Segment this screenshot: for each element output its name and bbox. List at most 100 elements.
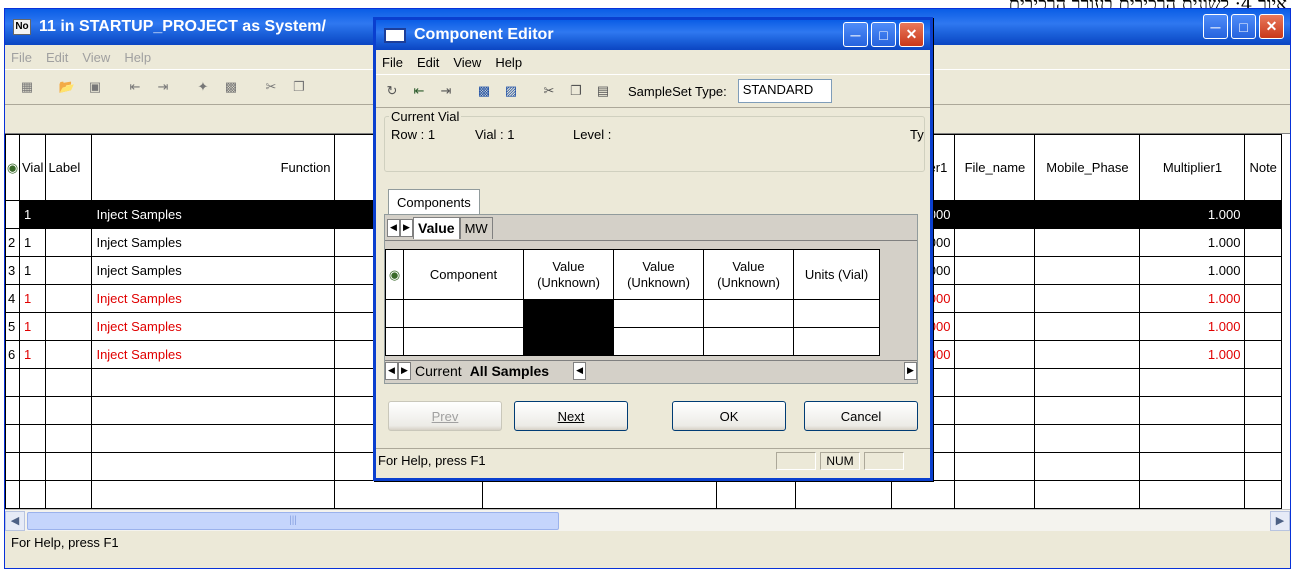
subtab-next-icon[interactable]: ▶ — [400, 218, 413, 237]
col-mobile-phase[interactable]: Mobile_Phase — [1034, 134, 1141, 201]
append-component-icon[interactable]: ⇥ — [434, 79, 458, 103]
label-cell[interactable] — [45, 256, 93, 285]
multiplier-cell[interactable]: 1.000 — [1139, 256, 1246, 285]
function-cell[interactable] — [91, 452, 336, 481]
multiplier-cell[interactable] — [1139, 452, 1246, 481]
ok-button[interactable]: OK — [672, 401, 786, 431]
row-number[interactable] — [5, 452, 20, 481]
vial-cell[interactable]: 1 — [18, 256, 47, 285]
note-cell[interactable] — [1244, 480, 1282, 509]
col-file-name[interactable]: File_name — [954, 134, 1036, 201]
function-cell[interactable] — [91, 424, 336, 453]
file-name-cell[interactable] — [954, 424, 1036, 453]
mobile-phase-cell[interactable] — [1034, 284, 1141, 313]
component-row[interactable] — [385, 327, 880, 356]
file-name-cell[interactable] — [954, 312, 1036, 341]
note-cell[interactable] — [1244, 396, 1282, 425]
cancel-button[interactable]: Cancel — [804, 401, 918, 431]
note-cell[interactable] — [1244, 424, 1282, 453]
multiplier-cell[interactable] — [1139, 368, 1246, 397]
vial-cell[interactable] — [18, 368, 47, 397]
mobile-phase-cell[interactable] — [1034, 368, 1141, 397]
mobile-phase-cell[interactable] — [1034, 424, 1141, 453]
paste-icon[interactable]: ▤ — [591, 79, 615, 103]
vial-cell[interactable]: 1 — [18, 200, 47, 229]
label-cell[interactable] — [45, 480, 93, 509]
globe-icon[interactable]: ◉ — [385, 249, 404, 300]
menu-help[interactable]: Help — [124, 50, 151, 65]
mobile-phase-cell[interactable] — [1034, 256, 1141, 285]
row-number[interactable]: 3 — [5, 256, 20, 285]
sheet-tab-all-samples[interactable]: All Samples — [466, 363, 553, 379]
component-row[interactable] — [385, 299, 880, 328]
col-value-unknown-3[interactable]: Value (Unknown) — [703, 249, 794, 300]
dialog-menu-view[interactable]: View — [453, 55, 481, 70]
row-number[interactable] — [5, 424, 20, 453]
col-label[interactable]: Label — [45, 134, 93, 201]
scroll-right-icon[interactable]: ▶ — [1270, 510, 1290, 531]
vial-cell[interactable] — [18, 424, 47, 453]
append-row-icon[interactable]: ⇥ — [151, 75, 175, 99]
file-name-cell[interactable] — [954, 452, 1036, 481]
open-icon[interactable]: 📂 — [55, 75, 79, 99]
multiplier-cell[interactable]: 1.000 — [1139, 340, 1246, 369]
note-cell[interactable] — [1244, 228, 1282, 257]
mobile-phase-cell[interactable] — [1034, 452, 1141, 481]
col-value-unknown-2[interactable]: Value (Unknown) — [613, 249, 704, 300]
export-icon[interactable]: ▨ — [499, 79, 523, 103]
col-note[interactable]: Note — [1244, 134, 1282, 201]
mobile-phase-cell[interactable] — [1034, 200, 1141, 229]
function-cell[interactable]: Inject Samples — [91, 340, 336, 369]
note-cell[interactable] — [1244, 256, 1282, 285]
subtab-prev-icon[interactable]: ◀ — [387, 218, 400, 237]
vial-cell[interactable] — [18, 396, 47, 425]
cut-icon[interactable]: ✂ — [537, 79, 561, 103]
next-button[interactable]: Next — [514, 401, 628, 431]
refresh-icon[interactable]: ↻ — [380, 79, 404, 103]
vial-cell[interactable]: 1 — [18, 228, 47, 257]
col-units-vial[interactable]: Units (Vial) — [793, 249, 880, 300]
function-cell[interactable] — [91, 480, 336, 509]
file-name-cell[interactable] — [954, 396, 1036, 425]
mobile-phase-cell[interactable] — [1034, 480, 1141, 509]
insert-component-icon[interactable]: ⇤ — [407, 79, 431, 103]
row-number[interactable]: 4 — [5, 284, 20, 313]
mobile-phase-cell[interactable] — [1034, 228, 1141, 257]
multiplier-cell[interactable]: 1.000 — [1139, 228, 1246, 257]
col-component[interactable]: Component — [403, 249, 524, 300]
function-cell[interactable]: Inject Samples — [91, 228, 336, 257]
note-cell[interactable] — [1244, 368, 1282, 397]
multiplier-cell[interactable] — [1139, 396, 1246, 425]
row-number[interactable]: 1 — [5, 200, 20, 229]
note-cell[interactable] — [1244, 340, 1282, 369]
multiplier-cell[interactable]: 1.000 — [1139, 284, 1246, 313]
label-cell[interactable] — [45, 312, 93, 341]
file-name-cell[interactable] — [954, 480, 1036, 509]
sheet-prev-icon[interactable]: ◀ — [385, 361, 398, 380]
mobile-phase-cell[interactable] — [1034, 396, 1141, 425]
col-function[interactable]: Function — [91, 134, 336, 201]
template-icon[interactable]: ▩ — [219, 75, 243, 99]
col-value-unknown-1[interactable]: Value (Unknown) — [523, 249, 614, 300]
file-name-cell[interactable] — [954, 228, 1036, 257]
dialog-menu-file[interactable]: File — [382, 55, 403, 70]
sheet-scroll-left-icon[interactable]: ◀ — [573, 361, 587, 380]
mobile-phase-cell[interactable] — [1034, 340, 1141, 369]
label-cell[interactable] — [45, 424, 93, 453]
note-cell[interactable] — [1244, 312, 1282, 341]
copy-icon[interactable]: ❐ — [287, 75, 311, 99]
row-number[interactable]: 5 — [5, 312, 20, 341]
label-cell[interactable] — [45, 284, 93, 313]
scroll-left-icon[interactable]: ◀ — [5, 510, 25, 531]
sheet-next-icon[interactable]: ▶ — [398, 361, 411, 380]
row-number[interactable] — [5, 368, 20, 397]
save-icon[interactable]: ▣ — [83, 75, 107, 99]
row-number[interactable]: 6 — [5, 340, 20, 369]
col-multiplier[interactable]: Multiplier1 — [1139, 134, 1246, 201]
tab-components[interactable]: Components — [388, 189, 480, 215]
insert-row-icon[interactable]: ⇤ — [123, 75, 147, 99]
copy-icon[interactable]: ❐ — [564, 79, 588, 103]
dialog-close-button[interactable]: ✕ — [899, 22, 924, 47]
function-cell[interactable] — [91, 396, 336, 425]
vial-cell[interactable]: 1 — [18, 284, 47, 313]
